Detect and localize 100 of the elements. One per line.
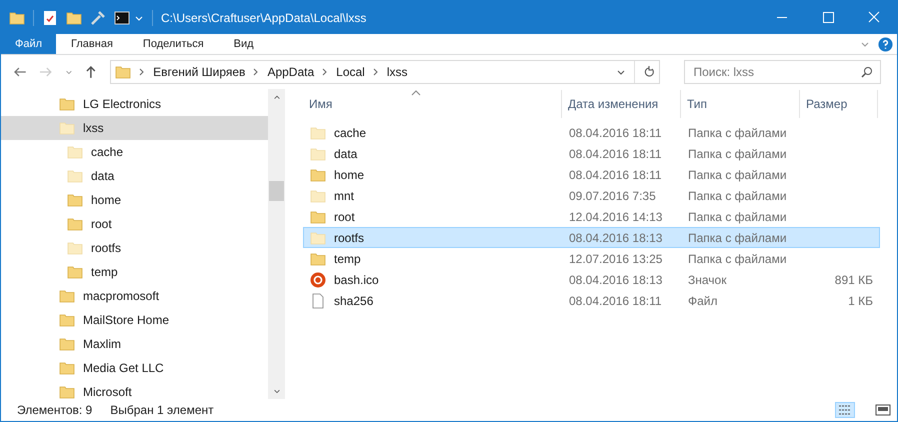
- tree-item-label: LG Electronics: [83, 96, 162, 113]
- column-header[interactable]: Имя: [303, 90, 562, 118]
- tree-item-label: data: [91, 168, 114, 185]
- column-header[interactable]: Размер: [800, 90, 878, 118]
- file-row[interactable]: sha256 08.04.2016 18:11 Файл 1 КБ: [303, 290, 880, 311]
- type-cell-text: Папка с файлами: [687, 188, 788, 204]
- refresh-icon[interactable]: [643, 66, 656, 78]
- circle-logo-icon: [310, 272, 326, 288]
- details-view-icon[interactable]: [835, 402, 855, 418]
- chevron-right-icon: [372, 68, 379, 76]
- type-cell-text: Значок: [687, 272, 728, 288]
- folder-icon: [115, 64, 132, 80]
- column-header[interactable]: Дата изменения: [562, 90, 681, 118]
- folder-icon: [9, 10, 25, 26]
- type-cell-text: Папка с файлами: [687, 230, 788, 246]
- back-arrow-icon[interactable]: [13, 65, 27, 79]
- breadcrumb-item[interactable]: lxss: [386, 63, 408, 81]
- tree-item[interactable]: cache: [1, 140, 268, 164]
- file-name: home: [334, 166, 364, 184]
- checklist-icon[interactable]: [42, 10, 58, 26]
- selection-status: Выбран 1 элемент: [110, 402, 214, 419]
- search-icon: [860, 66, 873, 78]
- breadcrumb-item[interactable]: Local: [336, 63, 365, 81]
- tree-item[interactable]: LG Electronics: [1, 92, 268, 116]
- tree-item[interactable]: macpromosoft: [1, 284, 268, 308]
- date-cell-text: 08.04.2016 18:13: [568, 272, 664, 288]
- date-cell-text: 08.04.2016 18:11: [568, 146, 663, 162]
- file-row[interactable]: temp 12.07.2016 13:25 Папка с файлами: [303, 248, 880, 269]
- date-cell-text: 08.04.2016 18:13: [568, 230, 664, 246]
- tree-item[interactable]: Maxlim: [1, 332, 268, 356]
- size-cell-text: 891 КБ: [834, 272, 873, 288]
- type-cell-text: Папка с файлами: [687, 250, 788, 268]
- file-name: data: [334, 146, 358, 162]
- ribbon-tab[interactable]: Главная: [56, 34, 128, 54]
- tools-icon[interactable]: [90, 10, 106, 26]
- scrollbar[interactable]: [268, 89, 285, 399]
- file-row[interactable]: root 12.04.2016 14:13 Папка с файлами: [303, 206, 880, 227]
- date-cell-text: 12.07.2016 13:25: [568, 250, 664, 268]
- window-title: C:\Users\Craftuser\AppData\Local\lxss: [161, 10, 366, 26]
- type-cell-text: Папка с файлами: [687, 124, 788, 142]
- file-name: rootfs: [334, 230, 364, 246]
- date-cell-text: 08.04.2016 18:11: [568, 166, 663, 184]
- type-cell-text: Папка с файлами: [687, 166, 788, 184]
- tree-item-label: Microsoft: [83, 384, 132, 401]
- tree-item[interactable]: Microsoft: [1, 380, 268, 404]
- file-row[interactable]: home 08.04.2016 18:11 Папка с файлами: [303, 164, 880, 185]
- tree-item-label: MailStore Home: [83, 312, 170, 329]
- chevron-up-icon[interactable]: [272, 93, 280, 101]
- chevron-right-icon: [139, 68, 146, 76]
- ribbon-tab[interactable]: Поделиться: [128, 34, 219, 54]
- large-icons-view-icon[interactable]: [873, 402, 893, 418]
- terminal-icon[interactable]: [114, 10, 130, 26]
- file-name: bash.ico: [334, 272, 379, 288]
- tree-item-label: cache: [91, 144, 124, 161]
- file-name: sha256: [334, 292, 374, 310]
- tree-item-label: Maxlim: [83, 336, 121, 353]
- address-bar[interactable]: Евгений Ширяев AppData Local lxss: [110, 60, 660, 84]
- tree-item-label: macpromosoft: [83, 288, 160, 305]
- tree-item[interactable]: lxss: [1, 116, 268, 140]
- breadcrumb-item[interactable]: AppData: [267, 63, 314, 81]
- tree-item[interactable]: rootfs: [1, 236, 268, 260]
- chevron-right-icon: [322, 68, 328, 76]
- tree-item-label: home: [91, 192, 122, 209]
- tree-item-label: lxss: [83, 120, 104, 137]
- tree-item[interactable]: data: [1, 164, 268, 188]
- type-cell-text: Файл: [687, 292, 719, 310]
- file-name: mnt: [334, 188, 354, 204]
- tree-item-label: rootfs: [91, 240, 122, 257]
- breadcrumb-item[interactable]: Евгений Ширяев: [153, 63, 246, 81]
- tree-item[interactable]: MailStore Home: [1, 308, 268, 332]
- tree-item[interactable]: home: [1, 188, 268, 212]
- item-count: Элементов: 9: [17, 402, 92, 419]
- folder-icon: [66, 10, 82, 26]
- tree-item[interactable]: Media Get LLC: [1, 356, 268, 380]
- size-cell-text: 1 КБ: [848, 292, 873, 310]
- search-field[interactable]: Поиск: lxss: [684, 60, 881, 84]
- date-cell-text: 08.04.2016 18:11: [568, 292, 663, 310]
- type-cell-text: Папка с файлами: [687, 208, 788, 226]
- file-row[interactable]: cache 08.04.2016 18:11 Папка с файлами: [303, 122, 880, 143]
- ribbon-tab[interactable]: Вид: [218, 34, 269, 54]
- file-name: temp: [334, 250, 361, 268]
- tree-item[interactable]: temp: [1, 260, 268, 284]
- type-cell-text: Папка с файлами: [687, 146, 788, 162]
- date-cell-text: 09.07.2016 7:35: [568, 188, 657, 204]
- chevron-down-icon[interactable]: [272, 387, 280, 395]
- date-cell-text: 12.04.2016 14:13: [568, 208, 664, 226]
- column-header[interactable]: Тип: [681, 90, 800, 118]
- tree-item-label: root: [91, 216, 112, 233]
- file-row[interactable]: rootfs 08.04.2016 18:13 Папка с файлами: [303, 227, 880, 248]
- file-row[interactable]: bash.ico 08.04.2016 18:13 Значок 891 КБ: [303, 269, 880, 290]
- help-icon[interactable]: [878, 36, 893, 52]
- tree-item[interactable]: root: [1, 212, 268, 236]
- scrollbar-thumb[interactable]: [269, 181, 284, 201]
- file-row[interactable]: data 08.04.2016 18:11 Папка с файлами: [303, 143, 880, 164]
- tree-item-label: temp: [91, 264, 118, 281]
- file-name: cache: [334, 124, 366, 142]
- file-icon: [310, 292, 326, 308]
- file-row[interactable]: mnt 09.07.2016 7:35 Папка с файлами: [303, 185, 880, 206]
- ribbon-tab[interactable]: Файл: [1, 34, 56, 54]
- date-cell-text: 08.04.2016 18:11: [568, 124, 663, 142]
